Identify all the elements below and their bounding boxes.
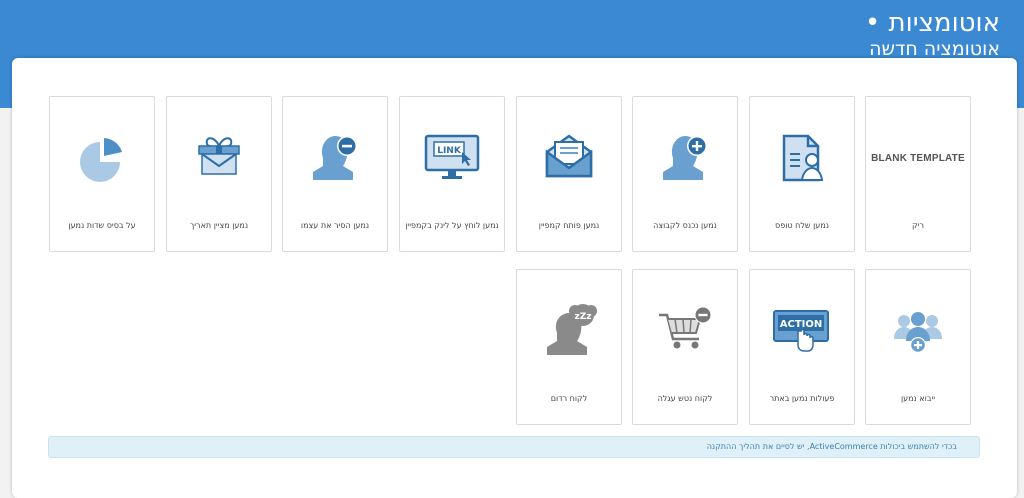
svg-text:zZz: zZz [574,312,591,322]
template-card-dormant[interactable]: zZz לקוח רדום [516,269,622,425]
card-label: לקוח נטש עגלה [657,394,713,403]
users-add-icon [866,300,970,362]
svg-text:LINK: LINK [437,146,462,156]
sleeping-user-icon: zZz [517,300,621,362]
template-card-clicks-link[interactable]: LINK נמען לוחץ על לינק בקמפיין [399,96,505,252]
setup-notice: בכדי להשתמש ביכולות ActiveCommerce, יש ל… [48,436,980,458]
blank-template-icon: BLANK TEMPLATE [871,152,965,164]
template-card-opens-campaign[interactable]: נמען פותח קמפיין [516,96,622,252]
gift-icon [167,127,271,189]
template-card-unsubscribes[interactable]: נמען הסיר את עצמו [282,96,388,252]
card-label: על בסיס שדות נמען [68,221,136,230]
template-card-date[interactable]: נמען מציין תאריך [166,96,272,252]
action-button-icon: ACTION [750,300,854,362]
template-card-blank[interactable]: BLANK TEMPLATE ריק [865,96,971,252]
card-label: נמען מציין תאריך [189,221,249,230]
template-card-fields[interactable]: על בסיס שדות נמען [49,96,155,252]
template-card-joins-group[interactable]: נמען נכנס לקבוצה [632,96,738,252]
card-label: נמען פותח קמפיין [538,221,600,230]
user-remove-icon [283,127,387,189]
form-user-icon [750,127,854,189]
user-add-icon [633,127,737,189]
template-card-site-actions[interactable]: ACTION פעולות נמען באתר [749,269,855,425]
card-label: נמען הסיר את עצמו [300,221,370,230]
card-label: לקוח רדום [550,394,588,403]
card-label: פעולות נמען באתר [769,394,835,403]
card-label: ריק [912,221,924,230]
link-monitor-icon: LINK [400,127,504,189]
notice-text: בכדי להשתמש ביכולות ActiveCommerce, יש ל… [706,442,957,451]
card-label: ייבוא נמען [900,394,936,403]
template-card-import[interactable]: ייבוא נמען [865,269,971,425]
open-envelope-icon [517,127,621,189]
page-subtitle: אוטומציה חדשה [869,38,1000,60]
template-card-abandoned-cart[interactable]: לקוח נטש עגלה [632,269,738,425]
template-card-form-submit[interactable]: נמען שלח טופס [749,96,855,252]
cart-remove-icon [633,300,737,362]
svg-text:ACTION: ACTION [780,319,823,330]
card-label: נמען לוחץ על לינק בקמפיין [405,221,499,230]
card-label: נמען שלח טופס [775,221,829,230]
card-label: נמען נכנס לקבוצה [653,221,717,230]
pie-chart-icon [50,127,154,189]
page-title: אוטומציות • [864,8,1000,38]
